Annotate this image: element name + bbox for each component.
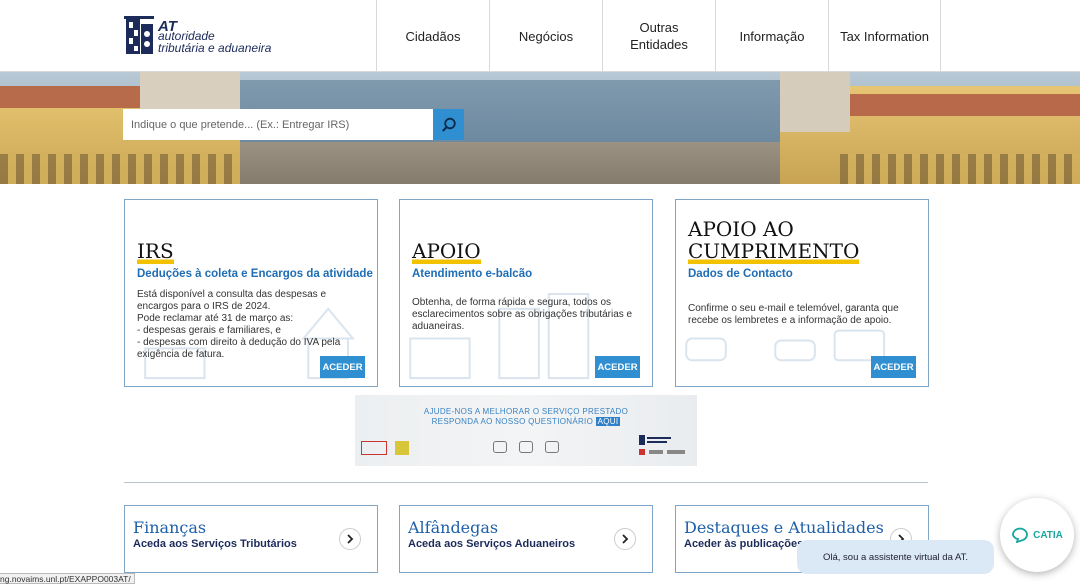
card-description: Obtenha, de forma rápida e segura, todos…	[412, 297, 633, 332]
card-subtitle[interactable]: Atendimento e-balcão	[412, 268, 532, 280]
service-icon	[493, 441, 507, 453]
assistant-label: CATIA	[1033, 529, 1063, 541]
card-subtitle[interactable]: Dados de Contacto	[688, 268, 793, 280]
card-destaques-title: Destaques e Atualidades	[684, 518, 884, 537]
card-alfandegas-subtitle: Aceda aos Serviços Aduaneiros	[408, 538, 576, 550]
nav-item-cidadaos[interactable]: Cidadãos	[376, 0, 489, 72]
chevron-right-icon[interactable]	[614, 528, 636, 550]
aceder-button[interactable]: ACEDER	[320, 356, 365, 378]
status-bar-url: ng.novaims.unl.pt/EXAPPO003AT/	[0, 573, 135, 584]
search-input[interactable]	[123, 109, 433, 140]
card-alfandegas[interactable]: Alfândegas Aceda aos Serviços Aduaneiros	[399, 505, 653, 573]
hero-tower-right	[780, 72, 850, 132]
nav-item-tax-information[interactable]: Tax Information	[828, 0, 941, 72]
card-title-line2: CUMPRIMENTO	[688, 239, 860, 264]
hero-roof-right	[850, 94, 1080, 116]
service-icon	[545, 441, 559, 453]
survey-banner-line2-wrap: RESPONDA AO NOSSO QUESTIONÁRIO AQUI	[355, 417, 697, 426]
site-header: AT autoridade tributária e aduaneira Cid…	[0, 0, 1080, 72]
card-destaques-subtitle: Aceder às publicações	[684, 538, 804, 550]
service-icon	[519, 441, 533, 453]
survey-banner[interactable]: AJUDE-NOS A MELHORAR O SERVIÇO PRESTADO …	[355, 395, 697, 466]
at-logo-icon	[639, 435, 685, 455]
partner-logo-icon	[361, 441, 387, 455]
hero-arches-right	[840, 154, 1080, 184]
at-logo[interactable]: AT autoridade tributária e aduaneira	[124, 14, 324, 58]
hero-square	[240, 142, 780, 184]
card-financas[interactable]: Finanças Aceda aos Serviços Tributários	[124, 505, 378, 573]
virtual-assistant-button[interactable]: CATIA	[1000, 498, 1074, 572]
card-description: Está disponível a consulta das despesas …	[137, 289, 341, 360]
card-financas-subtitle: Aceda aos Serviços Tributários	[133, 538, 297, 550]
card-title-wrap: IRS	[137, 239, 174, 264]
coat-of-arms-icon	[124, 16, 154, 54]
survey-banner-line2: RESPONDA AO NOSSO QUESTIONÁRIO	[431, 417, 594, 426]
aceder-button[interactable]: ACEDER	[595, 356, 640, 378]
card-title: APOIO	[412, 239, 481, 264]
main-nav: Cidadãos Negócios Outras Entidades Infor…	[376, 0, 941, 72]
chat-bubble-icon	[1012, 527, 1028, 543]
card-apoio-ao-cumprimento: APOIO AO CUMPRIMENTO Dados de Contacto C…	[675, 199, 929, 387]
chat-greeting[interactable]: Olá, sou a assistente virtual da AT.	[797, 540, 994, 574]
search-icon	[441, 117, 456, 132]
card-subtitle[interactable]: Deduções à coleta e Encargos da atividad…	[137, 268, 373, 280]
card-apoio: APOIO Atendimento e-balcão Obtenha, de f…	[399, 199, 653, 387]
partner-logo-icon	[395, 441, 409, 455]
card-title: IRS	[137, 239, 174, 264]
logo-text-line3: tributária e aduaneira	[158, 41, 272, 55]
survey-link-aqui[interactable]: AQUI	[595, 417, 621, 426]
nav-item-informacao[interactable]: Informação	[715, 0, 828, 72]
section-divider	[124, 482, 928, 483]
card-title-wrap: APOIO	[412, 239, 481, 264]
card-description: Confirme o seu e-mail e telemóvel, garan…	[688, 303, 899, 326]
hero-roof-left	[0, 86, 160, 108]
survey-banner-line1: AJUDE-NOS A MELHORAR O SERVIÇO PRESTADO	[423, 407, 629, 416]
card-title-wrap: APOIO AO CUMPRIMENTO	[688, 217, 860, 264]
card-title-line1: APOIO AO	[688, 217, 794, 241]
search-bar	[123, 109, 464, 140]
search-button[interactable]	[433, 109, 464, 140]
hero-arches-left	[0, 154, 240, 184]
card-alfandegas-title: Alfândegas	[408, 518, 499, 537]
nav-item-negocios[interactable]: Negócios	[489, 0, 602, 72]
aceder-button[interactable]: ACEDER	[871, 356, 916, 378]
nav-item-outras-entidades[interactable]: Outras Entidades	[602, 0, 715, 72]
chevron-right-icon[interactable]	[339, 528, 361, 550]
card-irs: IRS Deduções à coleta e Encargos da ativ…	[124, 199, 378, 387]
card-financas-title: Finanças	[133, 518, 207, 537]
